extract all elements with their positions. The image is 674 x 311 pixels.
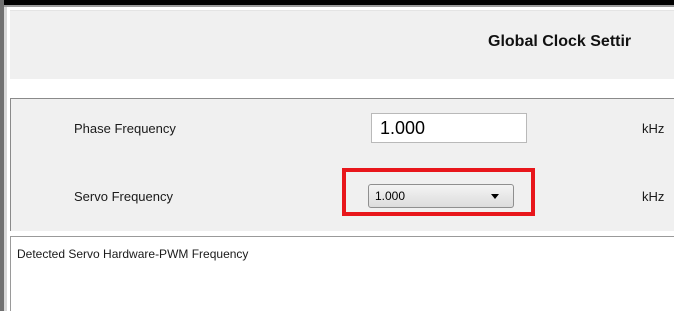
phase-frequency-input[interactable]: 1.000	[371, 113, 527, 143]
separator-strip	[10, 79, 674, 97]
detected-pwm-legend: Detected Servo Hardware-PWM Frequency	[17, 247, 249, 261]
detected-pwm-group: Detected Servo Hardware-PWM Frequency	[10, 236, 674, 311]
servo-frequency-unit: kHz	[642, 189, 665, 204]
page-title: Global Clock Settir	[488, 33, 632, 50]
servo-frequency-selected-value: 1.000	[375, 189, 406, 203]
window-left-border-inner	[4, 7, 7, 311]
servo-frequency-label: Servo Frequency	[74, 189, 173, 204]
chevron-down-icon	[491, 194, 499, 199]
phase-frequency-unit: kHz	[642, 121, 665, 136]
header-panel: Global Clock Settir	[10, 10, 674, 80]
servo-frequency-select[interactable]: 1.000	[368, 184, 514, 208]
group-divider	[10, 231, 674, 232]
phase-frequency-label: Phase Frequency	[74, 121, 176, 136]
window-top-border-shadow	[0, 5, 674, 7]
window: Global Clock Settir Phase Frequency 1.00…	[0, 0, 674, 311]
